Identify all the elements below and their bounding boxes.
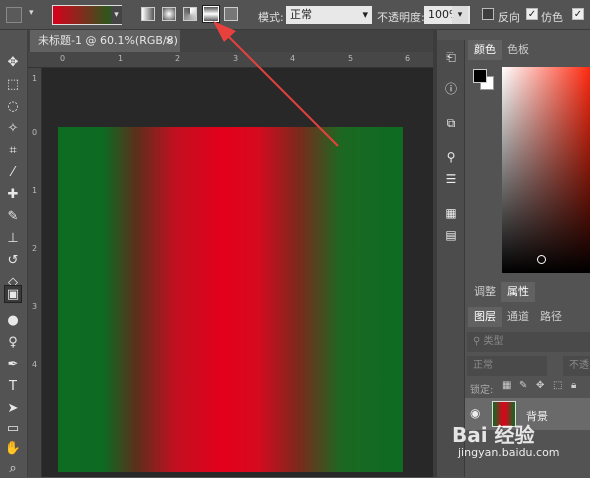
diamond-gradient-icon[interactable] — [224, 7, 238, 21]
layer-opacity[interactable]: 不透 — [563, 356, 590, 376]
marquee-tool-icon[interactable]: ⬚ — [4, 76, 22, 94]
clone-stamp-icon[interactable]: ⊥ — [4, 230, 22, 248]
reverse-label: 反向 — [498, 11, 520, 24]
lock-position-icon[interactable]: ✥ — [536, 380, 544, 391]
watermark-url: jingyan.baidu.com — [458, 446, 560, 459]
tab-paths[interactable]: 路径 — [534, 307, 568, 327]
opacity-partial-label: 不透 — [569, 360, 589, 371]
ruler-number: 4 — [290, 54, 296, 63]
ruler-number: 3 — [233, 54, 239, 63]
dodge-tool-icon[interactable]: ♀ — [4, 334, 22, 352]
zoom-tool-icon[interactable]: ⌕ — [4, 460, 22, 478]
options-bar: ▾ ▾ 模式: 正常 ▾ 不透明度: 100% ▾ 反向 ✓ 仿色 ✓ — [0, 0, 590, 30]
eyedropper-icon[interactable]: ⁄ — [4, 164, 22, 182]
gradient-picker-dropdown[interactable]: ▾ — [111, 6, 122, 24]
pen-tool-icon[interactable]: ✒ — [4, 356, 22, 374]
ruler-number: 6 — [405, 54, 411, 63]
ruler-number: 0 — [32, 128, 38, 137]
brush-settings-icon[interactable]: ☰ — [442, 170, 460, 188]
rectangle-tool-icon[interactable]: ▭ — [4, 420, 22, 438]
document-canvas[interactable] — [58, 127, 403, 472]
ruler-number: 2 — [32, 244, 38, 253]
ruler-number: 0 — [60, 54, 66, 63]
lock-transparent-icon[interactable]: ▦ — [502, 380, 511, 391]
lasso-tool-icon[interactable]: ◌ — [4, 98, 22, 116]
search-icon: ⚲ — [473, 336, 484, 347]
chevron-down-icon: ▾ — [362, 8, 368, 21]
opacity-label: 不透明度: — [377, 11, 425, 24]
mode-select[interactable]: 正常 ▾ — [286, 6, 372, 24]
lock-label: 锁定: — [470, 385, 494, 396]
history-brush-icon[interactable]: ↺ — [4, 252, 22, 270]
document-tab[interactable]: 未标题-1 @ 60.1%(RGB/8) * × — [30, 30, 180, 69]
radial-gradient-icon[interactable] — [162, 7, 176, 21]
layer-filter-type: 类型 — [483, 336, 504, 347]
history-icon[interactable]: ⎗ — [442, 48, 460, 66]
tools-panel: ✥ ⬚ ◌ ✧ ⌗ ⁄ ✚ ✎ ⊥ ↺ ◇ ▣ ● ♀ ✒ T ➤ ▭ ✋ ⌕ — [0, 30, 28, 477]
mode-value: 正常 — [290, 8, 312, 21]
move-tool-icon[interactable]: ✥ — [4, 54, 22, 72]
ruler-number: 4 — [32, 360, 38, 369]
ruler-horizontal: 0 1 2 3 4 5 6 — [28, 52, 433, 68]
brush-tool-icon[interactable]: ✎ — [4, 208, 22, 226]
blur-tool-icon[interactable]: ● — [4, 312, 22, 330]
angle-gradient-icon[interactable] — [183, 7, 197, 21]
healing-brush-icon[interactable]: ✚ — [4, 186, 22, 204]
info-icon[interactable]: ⓘ — [442, 80, 460, 98]
watermark-logo: Bai 经验 — [452, 423, 535, 447]
transparency-checkbox[interactable]: ✓ — [572, 8, 584, 20]
tab-color[interactable]: 颜色 — [468, 40, 502, 60]
opacity-dropdown[interactable]: ▾ — [452, 6, 468, 24]
tab-properties[interactable]: 属性 — [501, 282, 535, 302]
tab-adjustments[interactable]: 调整 — [468, 282, 502, 302]
dither-label: 仿色 — [541, 11, 563, 24]
notes-icon[interactable]: ▤ — [442, 226, 460, 244]
navigator-icon[interactable]: ▦ — [442, 204, 460, 222]
path-selection-icon[interactable]: ➤ — [4, 400, 22, 418]
tab-layers[interactable]: 图层 — [468, 307, 502, 327]
ruler-number: 1 — [118, 54, 124, 63]
type-tool-icon[interactable]: T — [4, 378, 22, 396]
tab-channels[interactable]: 通道 — [501, 307, 535, 327]
tab-swatches[interactable]: 色板 — [501, 40, 535, 60]
magic-wand-icon[interactable]: ✧ — [4, 120, 22, 138]
ruler-number: 1 — [32, 74, 38, 83]
ruler-number: 2 — [175, 54, 181, 63]
layer-filter[interactable]: ⚲ 类型 — [467, 332, 590, 352]
lock-all-icon[interactable]: 🔒︎ — [571, 380, 576, 391]
lock-artboard-icon[interactable]: ⬚ — [553, 380, 562, 391]
tool-preset-picker[interactable] — [6, 7, 22, 23]
close-icon[interactable]: × — [165, 30, 174, 52]
paragraph-styles-icon[interactable]: ⧉ — [442, 114, 460, 132]
ruler-number: 5 — [348, 54, 354, 63]
reflected-gradient-icon[interactable] — [202, 5, 220, 23]
ruler-number: 1 — [32, 186, 38, 195]
ruler-vertical: 1 0 1 2 3 4 — [28, 68, 42, 477]
chevron-down-icon[interactable]: ▾ — [29, 8, 34, 18]
ruler-number: 3 — [32, 302, 38, 311]
eye-icon[interactable]: ◉ — [470, 406, 480, 420]
foreground-color-swatch[interactable] — [473, 69, 487, 83]
mode-label: 模式: — [258, 11, 284, 24]
color-picker-field[interactable] — [502, 67, 590, 273]
lock-pixels-icon[interactable]: ✎ — [519, 380, 527, 391]
layer-blend-mode[interactable]: 正常 — [467, 356, 547, 376]
crop-tool-icon[interactable]: ⌗ — [4, 142, 22, 160]
dither-checkbox[interactable]: ✓ — [526, 8, 538, 20]
reverse-checkbox[interactable] — [482, 8, 494, 20]
linear-gradient-icon[interactable] — [141, 7, 155, 21]
panel-dock: ⎗ ⓘ ⧉ ⚲ ☰ ▦ ▤ — [437, 40, 465, 477]
blend-mode-value: 正常 — [473, 360, 493, 371]
color-picker-cursor[interactable] — [537, 255, 546, 264]
brushes-icon[interactable]: ⚲ — [442, 148, 460, 166]
gradient-tool-icon[interactable]: ▣ — [4, 285, 22, 303]
hand-tool-icon[interactable]: ✋ — [4, 440, 22, 458]
